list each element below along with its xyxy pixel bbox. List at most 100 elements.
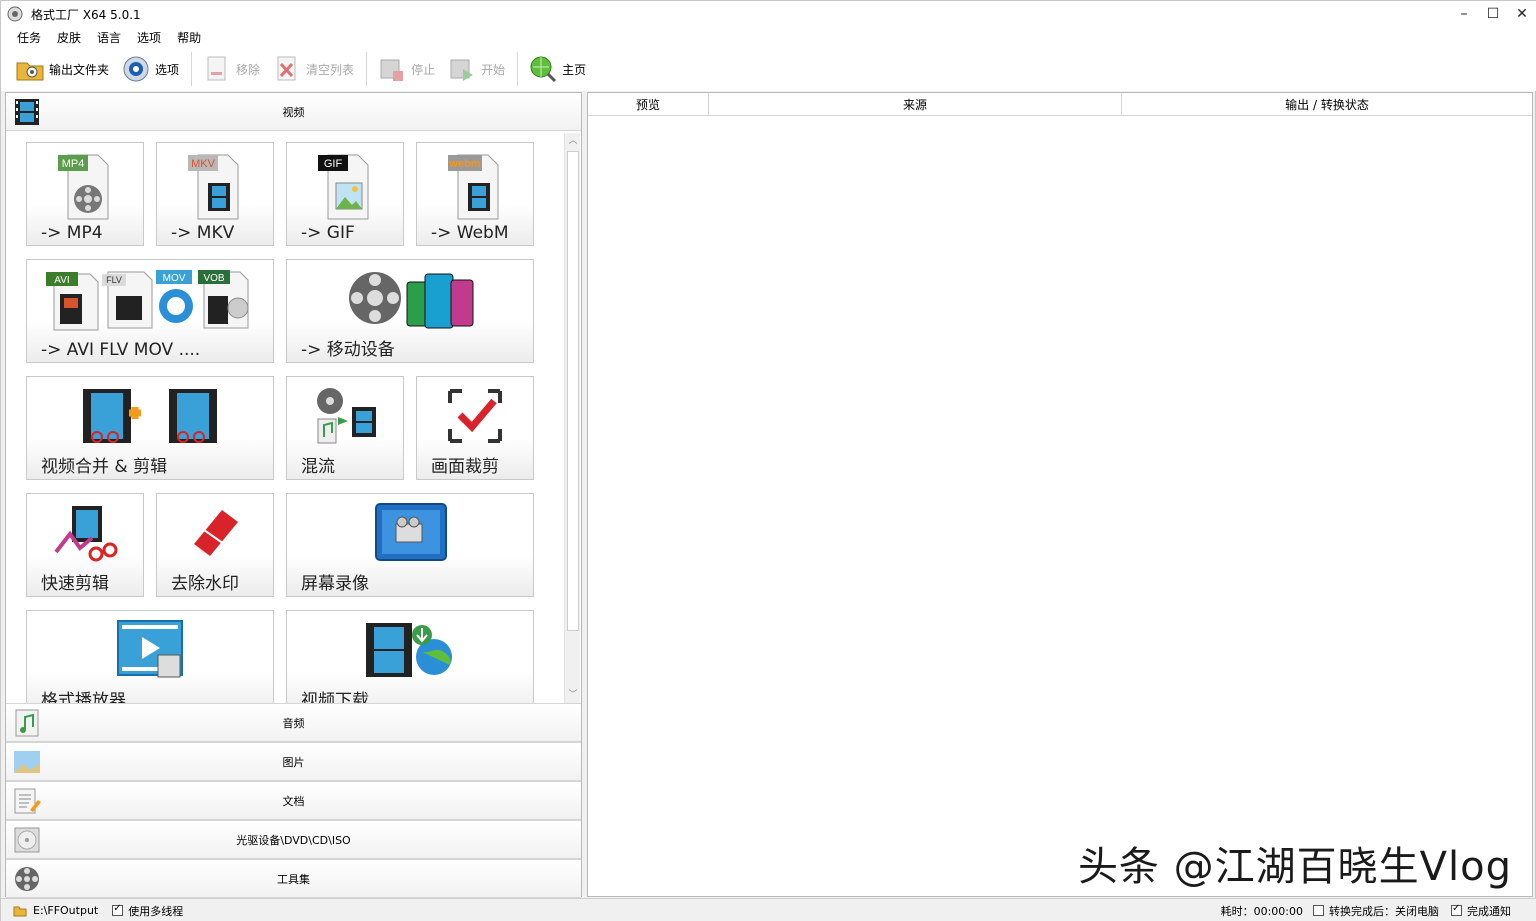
tile-quick-cut-label: 快速剪辑 [41,574,109,594]
tile-to-mp4[interactable]: MP4 -> MP4 [26,142,144,246]
column-preview[interactable]: 预览 [588,93,709,116]
menu-help[interactable]: 帮助 [177,29,201,46]
maximize-button[interactable]: ☐ [1478,1,1508,27]
output-folder-button[interactable]: 输出文件夹 [15,51,109,87]
tile-to-avi-flv-mov-label: -> AVI FLV MOV .... [41,340,201,360]
category-audio-label: 音频 [282,716,305,730]
tile-to-mobile[interactable]: -> 移动设备 [286,259,534,363]
remove-button[interactable]: 移除 [202,51,260,87]
category-disc[interactable]: 光驱设备\DVD\CD\ISO [6,820,581,859]
stop-button[interactable]: 停止 [377,51,435,87]
mkv-badge: MKV [191,158,216,170]
clear-list-button[interactable]: 清空列表 [272,51,354,87]
category-image-label: 图片 [282,755,305,769]
tile-to-webm-label: -> WebM [431,223,509,243]
stop-label: 停止 [411,62,436,77]
scroll-thumb[interactable] [567,151,579,631]
task-list-panel: 预览 来源 输出 / 转换状态 头条 @江湖百晓生Vlog [587,92,1533,897]
tile-crop[interactable]: 画面裁剪 [416,376,534,480]
crop-check-icon [448,389,502,443]
category-document[interactable]: 文档 [6,781,581,820]
menu-skin[interactable]: 皮肤 [57,29,81,46]
tile-remove-watermark[interactable]: 去除水印 [156,493,274,597]
options-button[interactable]: 选项 [121,51,179,87]
toolbar-separator [366,52,368,86]
watermark-text: 头条 @江湖百晓生Vlog [1077,844,1512,890]
tile-video-merge-cut-label: 视频合并 & 剪辑 [41,457,168,477]
gif-file-icon: GIF [318,154,369,220]
tile-to-webm[interactable]: webm -> WebM [416,142,534,246]
category-list: 音频 图片 文档 光驱设备\DVD\CD\ISO 工具集 [6,703,581,898]
tile-to-mobile-label: -> 移动设备 [301,340,395,360]
toolbar: 输出文件夹 选项 移除 清空列表 停止 开始 主页 [1,47,1536,91]
tile-video-merge-cut[interactable]: 视频合并 & 剪辑 [26,376,274,480]
tile-screen-record[interactable]: 屏幕录像 [286,493,534,597]
tile-remove-watermark-label: 去除水印 [171,574,239,594]
mp4-badge: MP4 [62,158,85,170]
multithread-label: 使用多线程 [128,904,184,918]
menu-language[interactable]: 语言 [97,29,121,46]
document-edit-icon [14,788,41,814]
remove-doc-icon [207,56,226,81]
music-note-icon [15,709,39,737]
multi-format-files-icon: AVI FLV MOV VOB [46,270,249,331]
home-button[interactable]: 主页 [528,51,586,87]
tile-format-player[interactable]: 格式播放器 [26,610,274,703]
multithread-checkbox[interactable] [112,903,124,916]
tile-to-mp4-label: -> MP4 [41,223,103,243]
start-button[interactable]: 开始 [447,51,505,87]
notify-checkbox[interactable] [1451,903,1462,916]
video-tools-grid: MP4 -> MP4 MKV -> MKV GIF -> GIF webm ->… [6,131,581,703]
remove-label: 移除 [236,62,261,77]
gear-icon [123,56,149,82]
tile-crop-label: 画面裁剪 [431,457,499,477]
tile-video-download-label: 视频下载 [301,691,369,703]
vob-badge: VOB [203,273,224,284]
film-icon [15,99,39,125]
start-label: 开始 [481,62,506,77]
notify-label: 完成通知 [1467,904,1511,918]
quick-cut-icon [54,506,118,562]
category-image[interactable]: 图片 [6,742,581,781]
tile-to-mkv[interactable]: MKV -> MKV [156,142,274,246]
minimize-button[interactable]: – [1449,1,1479,27]
output-folder-label: 输出文件夹 [49,62,110,77]
tile-quick-cut[interactable]: 快速剪辑 [26,493,144,597]
status-bar: E:\FFOutput 使用多线程 耗时：00:00:00 转换完成后：关闭电脑… [1,898,1536,921]
output-path[interactable]: E:\FFOutput [33,904,98,917]
mobile-devices-icon [349,272,474,329]
conversion-panel: 视频 MP4 -> MP4 MKV -> MKV GIF -> GIF webm… [5,92,582,898]
category-toolbox[interactable]: 工具集 [6,859,581,898]
scroll-up-arrow-icon[interactable]: ︿ [565,133,581,149]
window-title: 格式工厂 X64 5.0.1 [31,7,141,22]
stop-icon [380,59,404,81]
menu-bar: 任务 皮肤 语言 选项 帮助 [1,27,1536,47]
disc-drive-icon [14,827,40,853]
column-output-status[interactable]: 输出 / 转换状态 [1122,93,1532,116]
screen-record-icon [375,503,447,561]
folder-small-icon [13,906,27,916]
menu-task[interactable]: 任务 [17,29,41,46]
category-toolbox-label: 工具集 [277,872,310,886]
category-video[interactable]: 视频 [6,93,581,131]
tools-scrollbar[interactable]: ︿ ﹀ [564,133,580,703]
tile-video-download[interactable]: 视频下载 [286,610,534,703]
app-logo-icon [7,6,23,22]
elapsed-time: 耗时：00:00:00 [1220,904,1303,918]
after-done-checkbox[interactable] [1313,905,1324,916]
tile-to-avi-flv-mov[interactable]: AVI FLV MOV VOB -> AVI FLV MOV .... [26,259,274,363]
mp4-file-icon: MP4 [58,154,109,220]
column-source[interactable]: 来源 [709,93,1122,116]
scroll-down-arrow-icon[interactable]: ﹀ [565,687,581,703]
close-button[interactable]: ✕ [1507,1,1536,27]
tile-mux[interactable]: 混流 [286,376,404,480]
toolbar-separator [191,52,193,86]
menu-options[interactable]: 选项 [137,29,161,46]
home-label: 主页 [562,62,587,77]
eraser-icon [194,510,238,556]
mux-icon [317,388,376,444]
category-audio[interactable]: 音频 [6,703,581,742]
tile-to-gif[interactable]: GIF -> GIF [286,142,404,246]
film-reel-icon [15,867,39,891]
clear-list-label: 清空列表 [306,62,355,77]
